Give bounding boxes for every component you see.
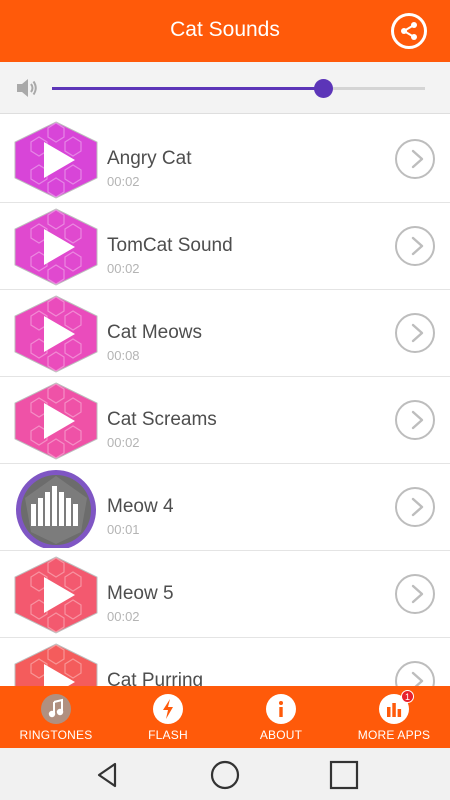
sound-duration: 00:02 [107,174,140,189]
sound-duration: 00:02 [107,261,140,276]
nav-more-apps-label: MORE APPS [357,728,431,742]
chevron-right-icon[interactable] [395,400,435,440]
chevron-right-icon[interactable] [395,487,435,527]
sound-row[interactable]: Cat Screams 00:02 [0,377,450,464]
sound-row[interactable]: TomCat Sound 00:02 [0,203,450,290]
sound-title: Meow 5 [107,583,174,604]
sound-title: Cat Screams [107,409,217,430]
volume-control [0,62,450,114]
nav-ringtones[interactable]: RINGTONES [0,686,112,748]
system-nav-bar [0,748,450,800]
nav-ringtones-label: RINGTONES [19,728,93,742]
sound-duration: 00:02 [107,435,140,450]
nav-flash[interactable]: FLASH [112,686,224,748]
sound-row[interactable]: Meow 4 00:01 [0,464,450,551]
bottom-nav: RINGTONES FLASH ABOUT 1 MORE APPS [0,686,450,748]
nav-about[interactable]: ABOUT [225,686,337,748]
volume-slider[interactable] [52,79,425,98]
nav-about-label: ABOUT [259,728,303,742]
sound-row[interactable]: Cat Purring [0,638,450,686]
share-icon [401,22,417,40]
sound-list: Angry Cat 00:02 TomCat Sound 00:02 Cat Meows… [0,116,450,686]
volume-slider-fill [52,87,325,90]
speaker-icon[interactable] [14,75,40,101]
app-screen: Cat Sounds Angry Cat 00:02 TomCat Sound 00:… [0,0,450,800]
sound-row[interactable]: Angry Cat 00:02 [0,116,450,203]
chevron-right-icon[interactable] [395,139,435,179]
back-icon[interactable] [90,758,124,792]
flash-icon [153,694,183,724]
sound-title: Cat Purring [107,670,204,686]
app-bar: Cat Sounds [0,0,450,62]
music-note-icon [41,694,71,724]
app-title: Cat Sounds [170,18,280,41]
sound-title: Cat Meows [107,322,203,343]
nav-flash-label: FLASH [148,728,188,742]
info-icon [266,694,296,724]
equalizer-button[interactable] [11,468,101,550]
sound-title: Angry Cat [107,148,192,169]
sound-title: TomCat Sound [107,235,233,256]
volume-slider-thumb[interactable] [314,79,334,98]
play-button[interactable] [11,207,101,287]
sound-duration: 00:01 [107,522,140,537]
notification-badge: 1 [401,690,414,703]
home-icon[interactable] [208,758,242,792]
sound-row[interactable]: Cat Meows 00:08 [0,290,450,377]
play-button[interactable] [11,555,101,635]
sound-title: Meow 4 [107,496,174,517]
play-button[interactable] [11,294,101,374]
play-button[interactable] [11,381,101,461]
chevron-right-icon[interactable] [395,661,435,686]
chevron-right-icon[interactable] [395,226,435,266]
sound-row[interactable]: Meow 5 00:02 [0,551,450,638]
nav-more-apps[interactable]: 1 MORE APPS [338,686,450,748]
sound-duration: 00:02 [107,609,140,624]
chevron-right-icon[interactable] [395,574,435,614]
chevron-right-icon[interactable] [395,313,435,353]
share-button[interactable] [391,13,427,49]
play-button[interactable] [11,642,101,686]
sound-duration: 00:08 [107,348,140,363]
recents-icon[interactable] [327,758,361,792]
play-button[interactable] [11,120,101,200]
